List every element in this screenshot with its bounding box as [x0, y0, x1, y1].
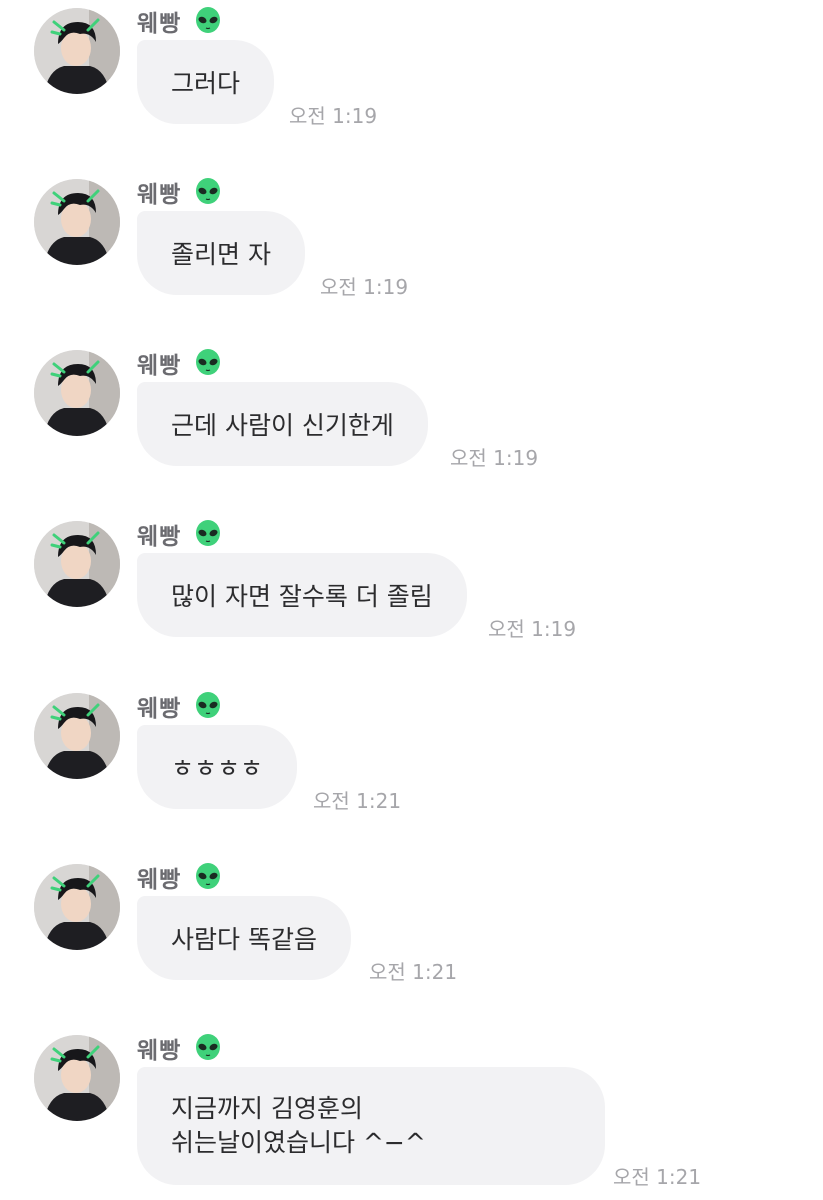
chat-message: 웨빵 많이 자면 잘수록 더 졸림 오전 1:19 — [0, 513, 823, 663]
sender-row: 웨빵 — [137, 175, 223, 209]
message-text: 근데 사람이 신기한게 — [171, 411, 394, 440]
message-text: 많이 자면 잘수록 더 졸림 — [171, 582, 433, 611]
alien-icon — [196, 7, 221, 33]
chat-message: 웨빵 졸리면 자 오전 1:19 — [0, 171, 823, 321]
message-bubble[interactable]: 근데 사람이 신기한게 — [137, 382, 428, 466]
message-time: 오전 1:21 — [613, 1165, 702, 1189]
message-bubble[interactable]: 지금까지 김영훈의 쉬는날이였습니다 ^−^ — [137, 1067, 605, 1185]
sender-avatar[interactable] — [34, 179, 120, 265]
chat-message: 웨빵 지금까지 김영훈의 쉬는날이였습니다 ^−^ 오전 1:21 — [0, 1027, 823, 1200]
sender-name: 웨빵 — [137, 353, 182, 379]
sender-name: 웨빵 — [137, 696, 182, 722]
sender-name: 웨빵 — [137, 11, 182, 37]
message-bubble[interactable]: 졸리면 자 — [137, 211, 305, 295]
message-bubble[interactable]: ㅎㅎㅎㅎ — [137, 725, 298, 809]
sender-row: 웨빵 — [137, 1031, 223, 1065]
message-bubble[interactable]: 사람다 똑같음 — [137, 896, 351, 980]
alien-icon — [196, 349, 221, 375]
message-text-line: 지금까지 김영훈의 — [171, 1094, 363, 1123]
alien-icon — [196, 863, 221, 889]
message-text-line: 쉬는날이였습니다 ^−^ — [171, 1128, 426, 1157]
message-text: 졸리면 자 — [171, 240, 271, 269]
sender-name: 웨빵 — [137, 524, 182, 550]
message-time: 오전 1:21 — [313, 789, 402, 813]
message-time: 오전 1:19 — [450, 446, 539, 470]
sender-row: 웨빵 — [137, 517, 223, 551]
alien-icon — [196, 692, 221, 718]
sender-avatar[interactable] — [34, 350, 120, 436]
sender-name: 웨빵 — [137, 867, 182, 893]
sender-row: 웨빵 — [137, 346, 223, 380]
message-time: 오전 1:21 — [369, 960, 458, 984]
alien-icon — [196, 178, 221, 204]
sender-name: 웨빵 — [137, 182, 182, 208]
message-bubble[interactable]: 그러다 — [137, 40, 275, 124]
chat-message: 웨빵 근데 사람이 신기한게 오전 1:19 — [0, 342, 823, 492]
alien-icon — [196, 520, 221, 546]
chat-message-list[interactable]: 웨빵 그러다 오전 1:19 웨빵 졸리면 자 오전 1:19 웨빵 근데 사람… — [0, 0, 823, 1200]
sender-name: 웨빵 — [137, 1038, 182, 1064]
chat-message: 웨빵 그러다 오전 1:19 — [0, 0, 823, 150]
sender-avatar[interactable] — [34, 1035, 120, 1121]
sender-row: 웨빵 — [137, 860, 223, 894]
message-time: 오전 1:19 — [488, 617, 577, 641]
chat-message: 웨빵 ㅎㅎㅎㅎ 오전 1:21 — [0, 685, 823, 835]
message-text: 그러다 — [171, 69, 241, 98]
alien-icon — [196, 1034, 221, 1060]
sender-avatar[interactable] — [34, 521, 120, 607]
message-text: ㅎㅎㅎㅎ — [171, 754, 264, 783]
chat-message: 웨빵 사람다 똑같음 오전 1:21 — [0, 856, 823, 1006]
message-time: 오전 1:19 — [320, 275, 409, 299]
sender-row: 웨빵 — [137, 689, 223, 723]
message-time: 오전 1:19 — [289, 104, 378, 128]
message-bubble[interactable]: 많이 자면 잘수록 더 졸림 — [137, 553, 467, 637]
sender-avatar[interactable] — [34, 864, 120, 950]
sender-row: 웨빵 — [137, 4, 223, 38]
sender-avatar[interactable] — [34, 693, 120, 779]
message-text: 사람다 똑같음 — [171, 925, 317, 954]
sender-avatar[interactable] — [34, 8, 120, 94]
